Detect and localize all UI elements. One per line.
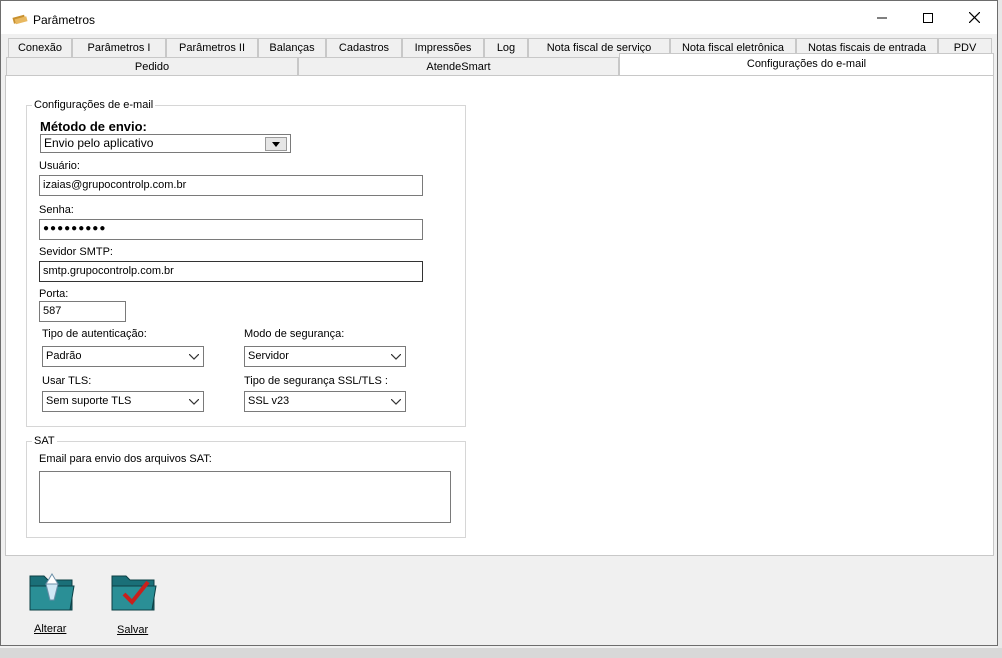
ssl-type-label: Tipo de segurança SSL/TLS : [244, 375, 388, 387]
title-bar: Parâmetros [1, 1, 997, 34]
chevron-down-icon [189, 354, 199, 360]
chevron-down-icon [391, 354, 401, 360]
user-label: Usuário: [39, 160, 80, 172]
tab-log[interactable]: Log [484, 38, 528, 57]
minimize-icon [877, 17, 887, 18]
background-strip [0, 648, 1002, 658]
parameters-window: Parâmetros Conexão Parâmetros I Parâmetr… [0, 0, 998, 646]
tab-atendesmart[interactable]: AtendeSmart [298, 57, 619, 76]
salvar-button[interactable]: Salvar [105, 567, 161, 639]
dropdown-arrow-icon [272, 141, 280, 147]
folder-edit-icon [29, 573, 75, 611]
port-label: Porta: [39, 288, 69, 300]
security-mode-select[interactable]: Servidor [244, 346, 406, 367]
security-mode-label: Modo de segurança: [244, 328, 345, 340]
security-mode-value: Servidor [248, 350, 289, 362]
sat-legend: SAT [32, 435, 57, 447]
auth-type-label: Tipo de autenticação: [42, 328, 147, 340]
close-button[interactable] [951, 1, 997, 34]
tab-balancas[interactable]: Balanças [258, 38, 326, 57]
tab-content-panel: Configurações de e-mail Método de envio:… [5, 75, 994, 556]
close-icon [968, 12, 980, 23]
send-method-label: Método de envio: [40, 119, 147, 134]
alterar-label: Alterar [34, 623, 66, 635]
salvar-label-text: Salvar [117, 624, 149, 636]
auth-type-select[interactable]: Padrão [42, 346, 204, 367]
tab-pedido[interactable]: Pedido [6, 57, 298, 76]
port-input[interactable]: 587 [39, 301, 126, 322]
send-method-value: Envio pelo aplicativo [44, 136, 154, 150]
app-icon [12, 14, 28, 25]
send-method-dropdown-button[interactable] [265, 137, 287, 151]
ssl-type-value: SSL v23 [248, 395, 290, 407]
tab-conexao[interactable]: Conexão [8, 38, 72, 57]
folder-save-icon [111, 575, 157, 611]
use-tls-label: Usar TLS: [42, 375, 92, 387]
background-edge [998, 0, 1002, 648]
use-tls-select[interactable]: Sem suporte TLS [42, 391, 204, 412]
password-input[interactable]: ●●●●●●●●● [39, 219, 423, 240]
tab-cadastros[interactable]: Cadastros [326, 38, 402, 57]
tab-configuracoes-email[interactable]: Configurações do e-mail [619, 53, 994, 76]
alterar-button[interactable]: Alterar [23, 567, 79, 639]
tab-impressoes[interactable]: Impressões [402, 38, 484, 57]
minimize-button[interactable] [859, 1, 905, 34]
maximize-button[interactable] [905, 1, 951, 34]
window-title: Parâmetros [33, 13, 96, 27]
chevron-down-icon [391, 399, 401, 405]
chevron-down-icon [189, 399, 199, 405]
ssl-type-select[interactable]: SSL v23 [244, 391, 406, 412]
salvar-label: Salvar [117, 624, 148, 636]
smtp-label: Sevidor SMTP: [39, 246, 113, 258]
email-settings-legend: Configurações de e-mail [32, 99, 156, 111]
tab-parametros-i[interactable]: Parâmetros I [72, 38, 166, 57]
sat-email-textarea[interactable] [39, 471, 451, 523]
smtp-input[interactable]: smtp.grupocontrolp.com.br [39, 261, 423, 282]
tab-parametros-ii[interactable]: Parâmetros II [166, 38, 258, 57]
send-method-select[interactable]: Envio pelo aplicativo [40, 134, 291, 153]
password-label: Senha: [39, 204, 74, 216]
auth-type-value: Padrão [46, 350, 82, 362]
sat-email-label: Email para envio dos arquivos SAT: [39, 453, 212, 465]
alterar-label-text: Alterar [34, 623, 67, 635]
use-tls-value: Sem suporte TLS [46, 395, 132, 407]
maximize-icon [923, 12, 933, 23]
user-input[interactable]: izaias@grupocontrolp.com.br [39, 175, 423, 196]
